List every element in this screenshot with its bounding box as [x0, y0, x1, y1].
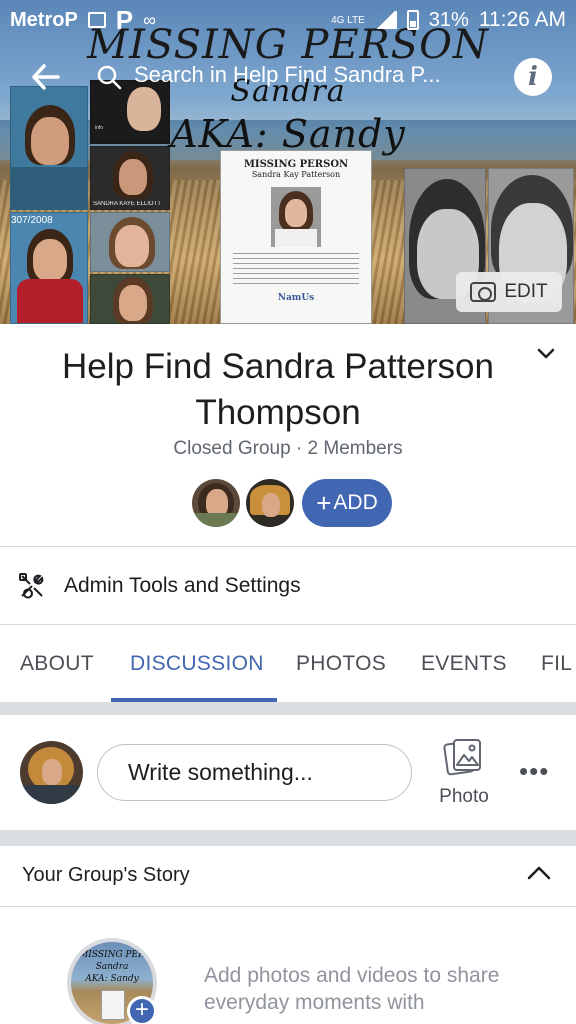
tab-discussion[interactable]: DISCUSSION — [130, 652, 264, 676]
collage-caption: SANDRA KAYE ELLIOTT — [93, 201, 161, 207]
namus-logo: NamUs — [277, 293, 315, 303]
back-arrow-icon[interactable] — [30, 62, 60, 92]
plus-icon: + — [316, 488, 332, 518]
status-bar: MetroP P ∞ 4G LTE 31% 11:26 AM — [0, 0, 576, 40]
edit-label: EDIT — [504, 281, 548, 302]
network-type: 4G LTE — [331, 14, 365, 26]
user-avatar[interactable] — [20, 741, 83, 804]
edit-cover-button[interactable]: EDIT — [456, 272, 562, 312]
group-tabs: ABOUT DISCUSSION PHOTOS EVENTS FIL — [0, 626, 576, 702]
poster-heading: MISSING PERSON — [243, 159, 349, 170]
admin-tools-label: Admin Tools and Settings — [64, 574, 301, 597]
voicemail-icon: ∞ — [143, 9, 156, 30]
tab-photos[interactable]: PHOTOS — [296, 652, 386, 676]
story-thumb-line3: AKA: Sandy — [85, 974, 139, 984]
photo-icon[interactable] — [443, 737, 483, 777]
chevron-down-icon[interactable] — [534, 342, 558, 366]
signal-icon — [374, 11, 397, 29]
poster-name: Sandra Kay Patterson — [251, 170, 341, 179]
story-prompt: Add photos and videos to share everyday … — [204, 964, 500, 1014]
pandora-icon: P — [115, 4, 134, 35]
member-avatar[interactable] — [246, 479, 294, 527]
write-something-input[interactable]: Write something... — [97, 744, 412, 801]
tab-files[interactable]: FIL — [541, 652, 572, 676]
photo-label[interactable]: Photo — [430, 786, 498, 808]
divider — [0, 906, 576, 907]
battery-level: 31% — [428, 8, 469, 31]
group-meta: Closed Group · 2 Members — [173, 438, 403, 459]
section-separator — [0, 702, 576, 715]
story-thumb-line2: Sandra — [95, 962, 129, 972]
more-options-icon[interactable]: ••• — [519, 758, 549, 784]
divider — [0, 546, 576, 547]
member-row: + ADD — [192, 478, 392, 528]
tools-icon — [19, 573, 44, 599]
add-member-button[interactable]: + ADD — [302, 479, 392, 527]
story-thumb-line1: MISSING PER — [79, 950, 145, 960]
search-input[interactable]: Search in Help Find Sandra P... — [134, 62, 441, 88]
tab-about[interactable]: ABOUT — [20, 652, 94, 676]
poster-photo — [271, 187, 321, 247]
clock: 11:26 AM — [478, 8, 566, 31]
collage-photo-6 — [90, 274, 170, 324]
gallery-icon — [87, 12, 106, 28]
carrier-name: MetroP — [10, 8, 78, 31]
member-avatar[interactable] — [192, 479, 240, 527]
missing-poster: MISSING PERSON Sandra Kay Patterson NamU… — [220, 150, 372, 324]
group-story-title: Your Group's Story — [22, 864, 190, 886]
section-separator — [0, 830, 576, 846]
admin-tools-row[interactable]: Admin Tools and Settings — [0, 548, 576, 624]
collage-photo-5 — [90, 212, 170, 272]
cover-title-line3: AKA: Sandy — [170, 112, 406, 156]
cover-photo[interactable]: info SANDRA KAYE ELLIOTT 307/2008 MISSIN… — [0, 0, 576, 324]
collage-photo-4: 307/2008 — [10, 212, 88, 324]
search-icon[interactable] — [96, 64, 122, 90]
battery-icon — [406, 10, 419, 30]
chevron-up-icon[interactable] — [526, 862, 552, 884]
tab-events[interactable]: EVENTS — [421, 652, 507, 676]
camera-icon — [470, 282, 497, 302]
collage-date: 307/2008 — [11, 215, 53, 226]
poster-details — [233, 253, 359, 287]
info-icon[interactable]: i — [514, 58, 552, 96]
add-label: ADD — [333, 491, 378, 514]
divider — [0, 624, 576, 625]
top-bar: Search in Help Find Sandra P... i — [0, 56, 576, 100]
group-name: Help Find Sandra Patterson Thompson — [62, 347, 494, 432]
add-story-icon[interactable]: + — [127, 996, 157, 1024]
